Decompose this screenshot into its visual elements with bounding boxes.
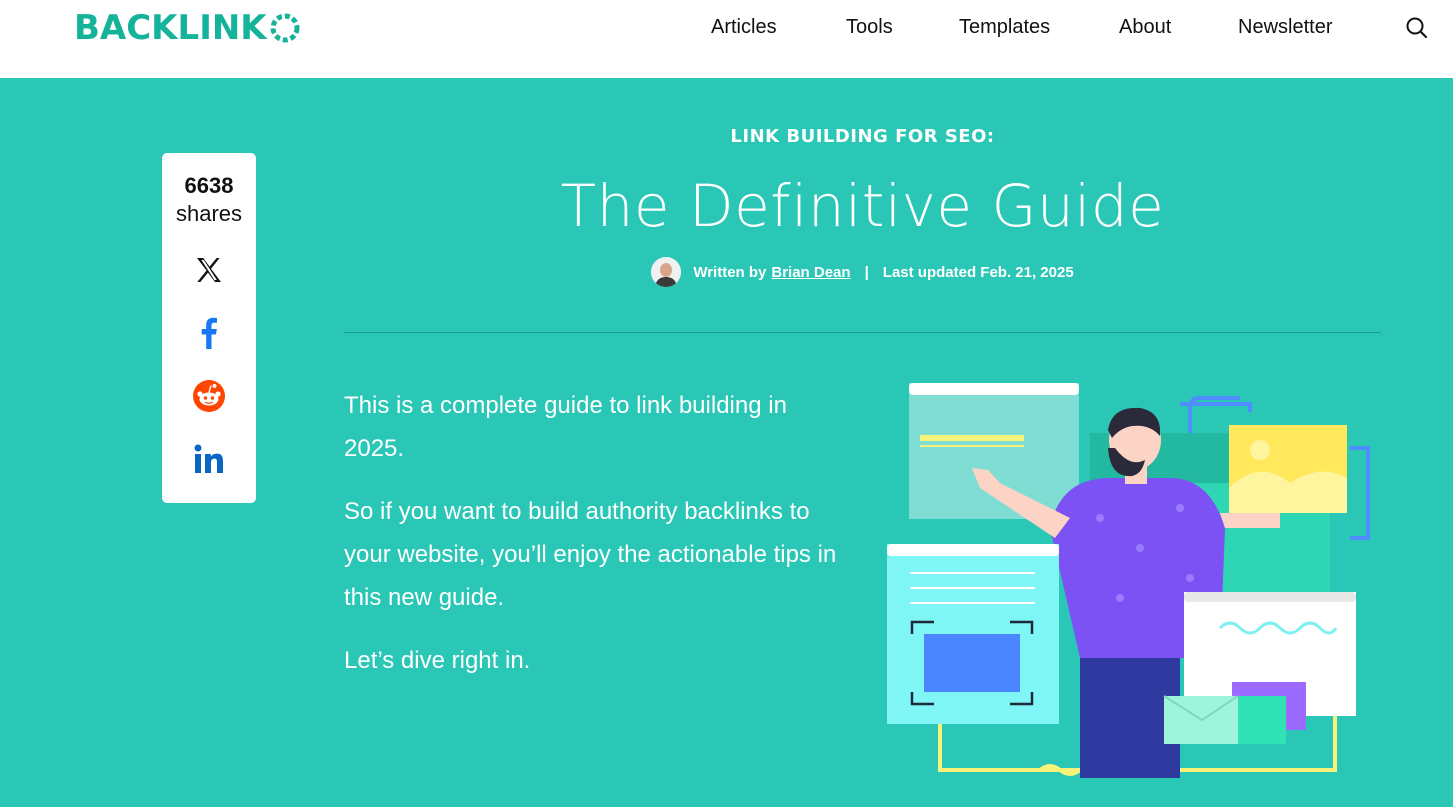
x-icon [197,258,221,282]
page-title: The Definitive Guide [560,172,1165,240]
search-icon [1406,17,1428,39]
nav-about[interactable]: About [1119,16,1171,39]
byline-prefix: Written by [693,263,767,281]
hero-illustration [887,383,1370,778]
facebook-icon [201,317,217,349]
intro-text: This is a complete guide to link buildin… [344,384,844,702]
share-facebook-button[interactable] [192,316,226,350]
nav-newsletter[interactable]: Newsletter [1238,16,1332,39]
author-photo-icon [651,257,682,287]
header-divider [344,332,1381,333]
reddit-icon [193,380,225,412]
article-eyebrow: LINK BUILDING FOR SEO: [730,126,995,147]
nav-articles[interactable]: Articles [711,16,777,39]
share-label: shares [175,201,243,226]
last-updated: Last updated Feb. 21, 2025 [882,263,1074,281]
nav-tools[interactable]: Tools [846,16,893,39]
author-link[interactable]: Brian Dean [771,264,850,281]
intro-paragraph-3: Let’s dive right in. [344,647,531,674]
intro-paragraph-1: This is a complete guide to link buildin… [344,392,787,462]
byline: Written by Brian Dean | Last updated Feb… [344,256,1381,288]
share-x-button[interactable] [192,253,226,287]
intro-paragraph-2: So if you want to build authority backli… [344,498,837,611]
byline-separator: | [864,263,869,281]
share-count: 6638 [184,173,234,198]
share-linkedin-button[interactable] [192,442,226,476]
linkedin-icon [194,444,223,473]
share-card: 6638 shares [162,153,256,503]
share-reddit-button[interactable] [192,379,226,413]
site-header: BACKLINK Articles Tools Templates About … [0,0,1453,78]
nav-templates[interactable]: Templates [959,16,1050,39]
search-button[interactable] [1404,15,1430,41]
main-nav: Articles Tools Templates About Newslette… [0,16,1453,40]
avatar [651,257,682,287]
